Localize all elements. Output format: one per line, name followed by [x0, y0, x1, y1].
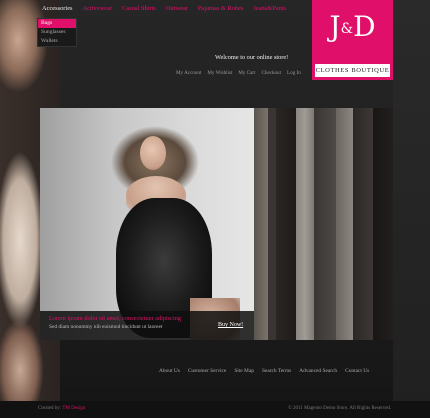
stripe [336, 108, 353, 340]
right-panel [393, 0, 430, 418]
footer-link-search-terms[interactable]: Search Terms [262, 368, 291, 374]
footer-link-contact-us[interactable]: Contact Us [345, 368, 369, 374]
created-by-label: Created by: [38, 406, 62, 411]
account-links: My Account My Wishlist My Cart Checkout … [176, 70, 301, 76]
submenu-item-sunglasses[interactable]: Sunglasses [38, 28, 76, 37]
nav-item-activewear[interactable]: Activewear [78, 4, 117, 14]
submenu-item-bags[interactable]: Bags [38, 19, 76, 28]
footer-link-about-us[interactable]: About Us [159, 368, 180, 374]
designer-link[interactable]: TM Design [62, 406, 85, 411]
nav-item-accessories[interactable]: Accessories [37, 4, 78, 14]
store-logo[interactable]: J&D CLOTHES BOUTIQUE [312, 0, 393, 80]
link-my-wishlist[interactable]: My Wishlist [207, 70, 232, 76]
link-my-account[interactable]: My Account [176, 70, 201, 76]
footer-link-site-map[interactable]: Site Map [234, 368, 254, 374]
footer-links: About Us Customer Service Site Map Searc… [159, 368, 369, 374]
stripe [353, 108, 373, 340]
link-checkout[interactable]: Checkout [262, 70, 282, 76]
submenu-item-wallets[interactable]: Wallets [38, 37, 76, 46]
created-by: Created by: TM Design [38, 406, 85, 411]
promo-banner[interactable]: Lorem ipsum dolor sit amet, consectetuer… [40, 108, 393, 340]
logo-mark: J&D [312, 9, 393, 47]
banner-stripes [254, 108, 393, 340]
nav-item-casual-shirts[interactable]: Casual Shirts [117, 4, 161, 14]
accessories-submenu: Bags Sunglasses Wallets [37, 18, 77, 47]
stripe [268, 108, 276, 340]
stripe [254, 108, 268, 340]
logo-subtitle: CLOTHES BOUTIQUE [315, 64, 390, 77]
nav-item-jeans-pants[interactable]: Jeans&Pants [248, 4, 291, 14]
stripe [373, 108, 393, 340]
top-nav: Accessories Activewear Casual Shirts Out… [37, 4, 291, 14]
footer-link-advanced-search[interactable]: Advanced Search [299, 368, 337, 374]
logo-ampersand: & [340, 21, 354, 37]
logo-letter-j: J [329, 10, 341, 43]
nav-item-pajamas-robes[interactable]: Pajamas & Robes [193, 4, 248, 14]
page: Accessories Activewear Casual Shirts Out… [0, 0, 430, 418]
link-my-cart[interactable]: My Cart [238, 70, 255, 76]
stripe [276, 108, 296, 340]
caption-title: Lorem ipsum dolor sit amet, consectetuer… [49, 315, 182, 322]
footer-link-customer-service[interactable]: Customer Service [188, 368, 226, 374]
caption-text: Sed diam nonummy nib euismod tincidunt u… [49, 324, 163, 330]
bottom-bar: Created by: TM Design © 2011 Magento Dem… [0, 401, 430, 418]
copyright: © 2011 Magento Demo Store. All Rights Re… [288, 406, 392, 411]
stripe [296, 108, 314, 340]
banner-caption: Lorem ipsum dolor sit amet, consectetuer… [40, 311, 254, 340]
welcome-message: Welcome to our online store! [215, 54, 289, 61]
logo-letter-d: D [353, 10, 376, 43]
nav-item-outwear[interactable]: Outwear [161, 4, 193, 14]
model-face [140, 136, 166, 170]
banner-photo [40, 108, 254, 340]
buy-now-link[interactable]: Buy Now! [218, 322, 243, 328]
link-log-in[interactable]: Log In [287, 70, 301, 76]
stripe [314, 108, 336, 340]
